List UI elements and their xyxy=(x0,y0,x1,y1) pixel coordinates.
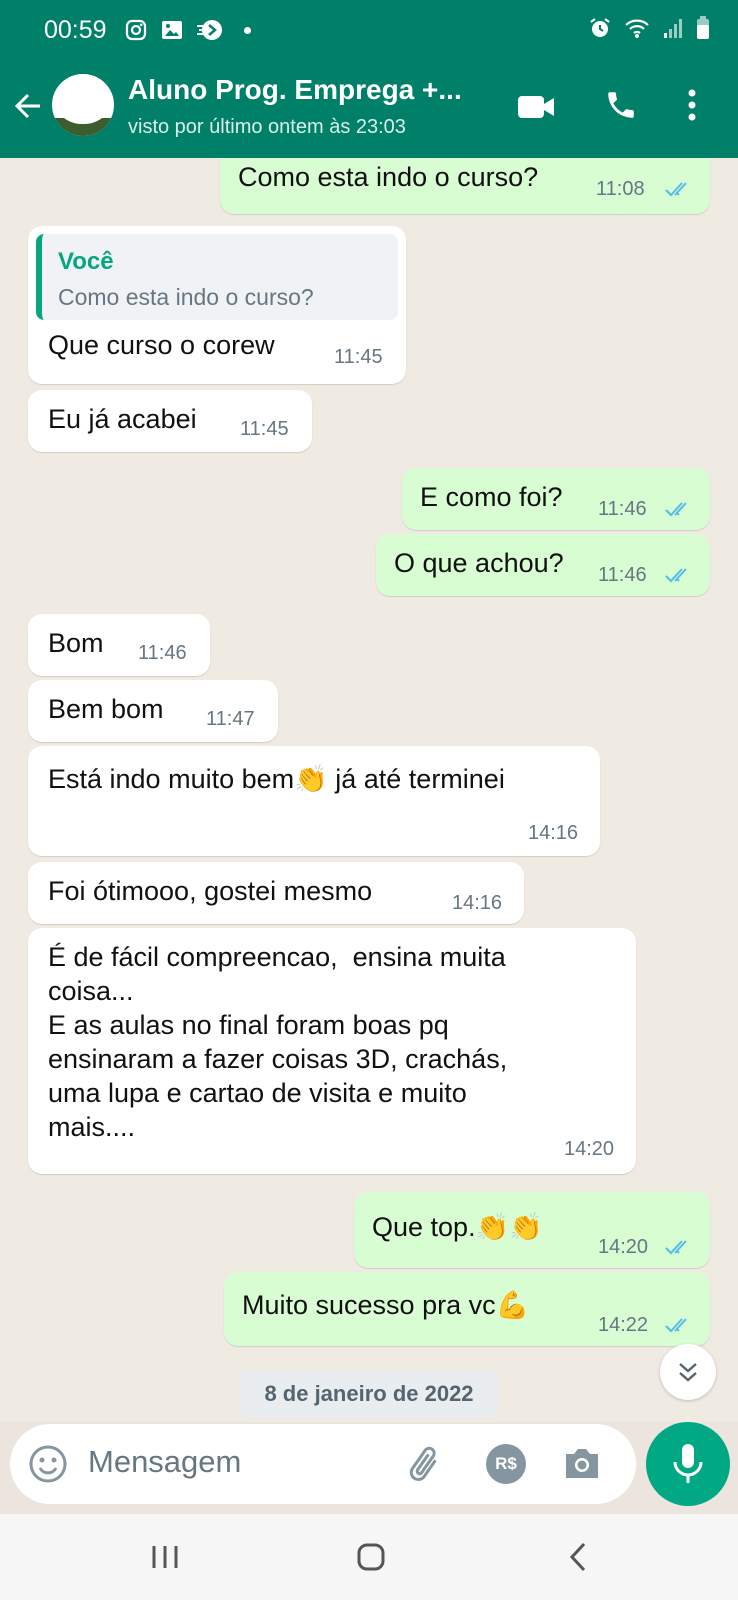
home-icon[interactable] xyxy=(356,1542,386,1572)
double-chevron-down-icon xyxy=(679,1363,697,1382)
payment-label: R$ xyxy=(495,1454,517,1473)
message-time: 14:22 xyxy=(598,1314,649,1336)
read-ticks-icon xyxy=(665,1318,687,1333)
message-incoming[interactable]: Foi ótimooo, gostei mesmo 14:16 xyxy=(28,862,524,924)
quoted-author: Você xyxy=(58,248,114,275)
message-outgoing[interactable]: Como esta indo o curso? 11:08 xyxy=(220,158,710,214)
status-time: 00:59 xyxy=(44,16,107,44)
message-text: Está indo muito bem👏 já até terminei xyxy=(48,764,505,794)
contact-name[interactable]: Aluno Prog. Emprega +... xyxy=(128,74,462,106)
message-incoming[interactable]: Eu já acabei 11:45 xyxy=(28,390,312,452)
message-text: Bom xyxy=(48,628,104,658)
message-text: E como foi? xyxy=(420,482,563,512)
system-back-icon[interactable] xyxy=(566,1540,590,1574)
message-time: 11:47 xyxy=(206,708,255,730)
scroll-to-bottom-button[interactable] xyxy=(660,1344,716,1400)
attach-icon[interactable] xyxy=(406,1442,446,1486)
wifi-icon xyxy=(625,19,649,38)
microphone-icon xyxy=(673,1444,703,1483)
more-options-icon[interactable] xyxy=(686,88,698,122)
message-incoming[interactable]: Bem bom 11:47 xyxy=(28,680,278,742)
message-incoming[interactable]: É de fácil compreencao, ensina muita coi… xyxy=(28,928,636,1174)
message-time: 11:46 xyxy=(598,498,647,520)
read-ticks-icon xyxy=(665,1240,687,1255)
message-composer[interactable]: Mensagem R$ xyxy=(10,1424,636,1504)
message-time: 11:45 xyxy=(334,346,383,368)
message-input[interactable]: Mensagem xyxy=(88,1444,241,1480)
message-outgoing[interactable]: O que achou? 11:46 xyxy=(376,534,710,596)
payment-button[interactable]: R$ xyxy=(486,1444,526,1484)
message-incoming[interactable]: Está indo muito bem👏 já até terminei 14:… xyxy=(28,746,600,856)
recent-apps-icon[interactable] xyxy=(150,1542,180,1572)
message-time: 11:46 xyxy=(598,564,647,586)
data-saver-icon xyxy=(197,20,222,40)
camera-icon[interactable] xyxy=(562,1444,602,1482)
status-system-icons xyxy=(588,16,710,40)
message-text: Muito sucesso pra vc💪 xyxy=(242,1290,530,1320)
message-text: Eu já acabei xyxy=(48,404,197,434)
system-nav-bar xyxy=(0,1514,738,1600)
video-call-icon[interactable] xyxy=(516,92,556,122)
quoted-message[interactable]: Você Como esta indo o curso? xyxy=(36,234,398,320)
message-time: 14:20 xyxy=(564,1138,615,1160)
message-outgoing[interactable]: Muito sucesso pra vc💪 14:22 xyxy=(224,1272,710,1346)
message-incoming[interactable]: Bom 11:46 xyxy=(28,614,210,676)
message-time: 14:16 xyxy=(528,822,579,844)
message-time: 14:16 xyxy=(452,892,503,914)
message-outgoing[interactable]: Que top.👏👏 14:20 xyxy=(354,1192,710,1268)
contact-avatar[interactable] xyxy=(52,74,114,136)
battery-icon xyxy=(697,16,709,39)
read-ticks-icon xyxy=(665,568,687,583)
message-outgoing[interactable]: E como foi? 11:46 xyxy=(402,468,710,530)
back-arrow-icon[interactable] xyxy=(10,88,46,124)
message-text: Que curso o corew xyxy=(48,330,275,360)
chat-header: 00:59 Aluno Prog. Emprega +... visto por… xyxy=(0,0,738,158)
message-time: 11:46 xyxy=(138,642,187,664)
more-notifications-dot xyxy=(244,26,251,34)
avatar-image-overlay xyxy=(52,74,114,124)
instagram-icon xyxy=(125,19,147,41)
date-separator: 8 de janeiro de 2022 xyxy=(240,1370,498,1418)
message-text: Foi ótimooo, gostei mesmo xyxy=(48,876,373,906)
status-notification-icons xyxy=(124,18,251,42)
message-text: O que achou? xyxy=(394,548,564,578)
message-list[interactable]: Como esta indo o curso? 11:08 Você Como … xyxy=(0,158,738,1422)
message-time: 11:45 xyxy=(240,418,289,440)
status-bar: 00:59 xyxy=(0,0,738,60)
message-text: Que top.👏👏 xyxy=(372,1212,543,1242)
voice-record-button[interactable] xyxy=(646,1422,730,1506)
voice-call-icon[interactable] xyxy=(604,88,638,122)
quoted-text: Como esta indo o curso? xyxy=(58,284,314,310)
message-time: 14:20 xyxy=(598,1236,649,1258)
message-incoming-reply[interactable]: Você Como esta indo o curso? Que curso o… xyxy=(28,226,406,384)
message-text: É de fácil compreencao, ensina muita coi… xyxy=(48,942,508,1142)
alarm-icon xyxy=(590,18,610,37)
message-time: 11:08 xyxy=(596,178,645,200)
emoji-icon[interactable] xyxy=(28,1444,68,1484)
gallery-icon xyxy=(162,21,182,39)
read-ticks-icon xyxy=(665,182,687,197)
message-text: Bem bom xyxy=(48,694,164,724)
message-text: Como esta indo o curso? xyxy=(238,162,539,192)
read-ticks-icon xyxy=(665,502,687,517)
signal-icon xyxy=(664,19,682,38)
last-seen-status: visto por último ontem às 23:03 xyxy=(128,116,406,138)
